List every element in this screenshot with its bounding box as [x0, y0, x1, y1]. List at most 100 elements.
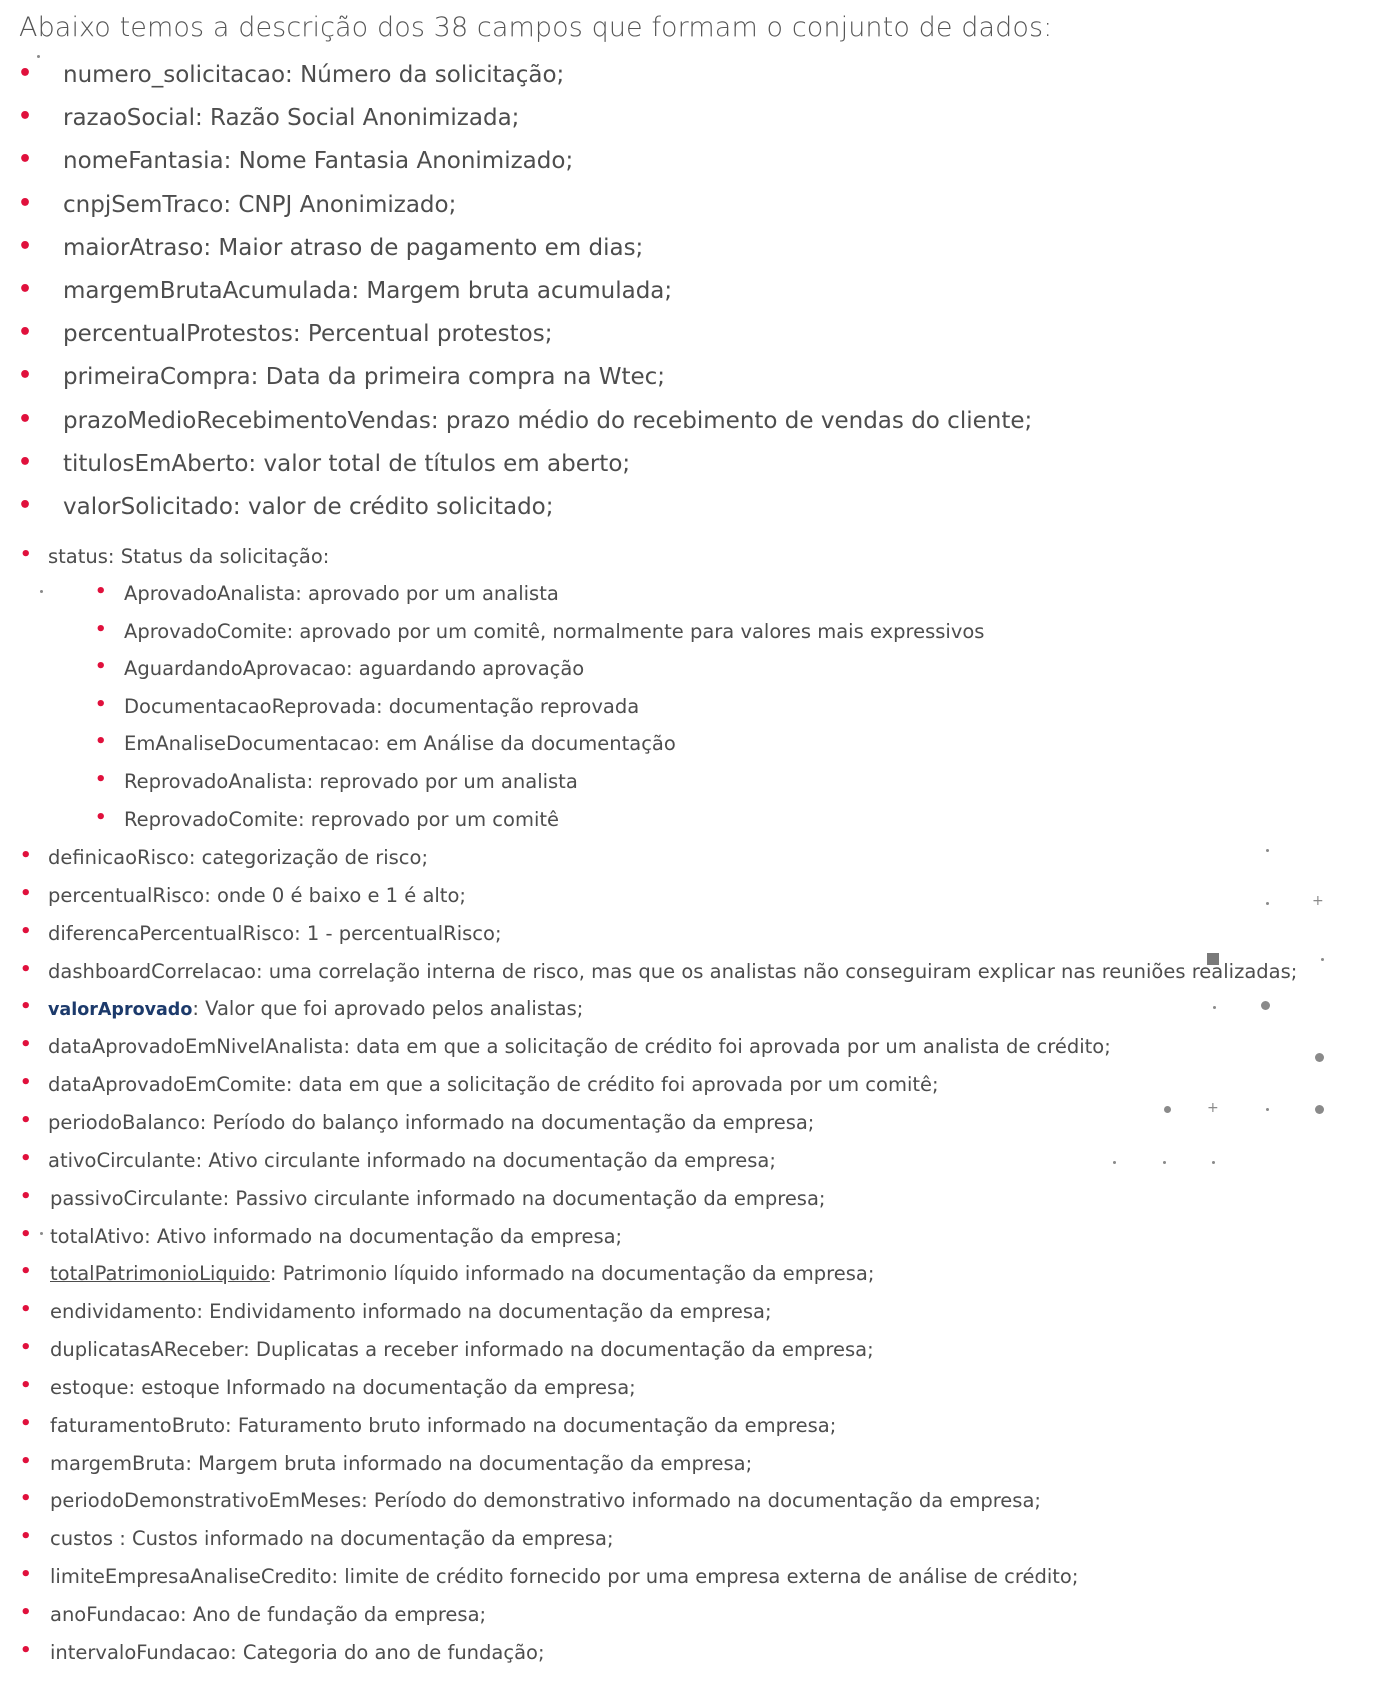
field-description: : Custos informado na documentação da em…	[119, 1527, 614, 1551]
artifact-dot	[40, 1232, 43, 1235]
bullet-icon: •	[95, 806, 107, 828]
bullet-icon: •	[20, 1450, 32, 1472]
bullet-icon: •	[18, 233, 33, 259]
field-description: : Ano de fundação da empresa;	[180, 1603, 487, 1626]
bullet-icon: •	[20, 1412, 32, 1434]
field-description: : aprovado por um analista	[295, 582, 559, 605]
field-description: : valor de crédito solicitado;	[232, 494, 554, 520]
field-key: passivoCirculante	[50, 1186, 223, 1210]
field-key: faturamentoBruto	[50, 1413, 226, 1437]
field-key: totalPatrimonioLiquido	[50, 1262, 270, 1286]
artifact-dot	[40, 590, 43, 593]
field-description: : Status da solicitação:	[107, 545, 330, 568]
field-text: valorSolicitado: valor de crédito solici…	[63, 494, 554, 520]
field-key: endividamento	[50, 1300, 197, 1324]
bullet-icon: •	[95, 693, 107, 715]
field-description: : documentação reprovada	[375, 694, 640, 718]
field-key: definicaoRisco	[48, 846, 189, 869]
field-text: anoFundacao: Ano de fundação da empresa;	[50, 1603, 486, 1626]
field-text: endividamento: Endividamento informado n…	[50, 1300, 772, 1323]
field-key: estoque	[50, 1375, 129, 1399]
field-text: dataAprovadoEmNivelAnalista: data em que…	[48, 1035, 1111, 1058]
artifact-dot	[1164, 1106, 1171, 1113]
bullet-icon: •	[18, 147, 33, 173]
field-description: : Ativo informado na documentação da emp…	[144, 1224, 623, 1248]
field-key: totalAtivo	[50, 1224, 145, 1248]
field-key: valorSolicitado	[63, 494, 233, 520]
field-text: faturamentoBruto: Faturamento bruto info…	[50, 1414, 836, 1437]
field-description: : 1 - percentualRisco;	[294, 921, 502, 945]
bullet-icon: •	[18, 104, 33, 130]
bullet-icon: •	[20, 1147, 32, 1169]
field-key: titulosEmAberto	[63, 450, 249, 477]
field-description: : Margem bruta informado na documentação…	[185, 1451, 753, 1475]
bullet-icon: •	[20, 1109, 32, 1131]
artifact-dot	[1113, 1161, 1116, 1164]
bullet-icon: •	[20, 544, 32, 565]
bullet-icon: •	[18, 277, 33, 302]
bullet-icon: •	[18, 61, 33, 86]
bullet-icon: •	[95, 581, 107, 602]
field-text: maiorAtraso: Maior atraso de pagamento e…	[63, 235, 643, 261]
field-text: estoque: estoque Informado na documentaç…	[50, 1376, 636, 1399]
field-key: custos	[50, 1527, 120, 1551]
field-text: valorAprovado: Valor que foi aprovado pe…	[48, 997, 583, 1020]
field-key: maiorAtraso	[63, 234, 204, 261]
field-key: DocumentacaoReprovada	[124, 694, 376, 718]
field-text: numero_solicitacao: Número da solicitaçã…	[63, 62, 564, 88]
field-key: margemBruta	[50, 1451, 186, 1475]
artifact-dot	[1315, 1053, 1324, 1062]
field-description: : Patrimonio líquido informado na docume…	[269, 1262, 875, 1286]
field-description: : Número da solicitação;	[285, 62, 565, 88]
bullet-icon: •	[20, 845, 32, 866]
field-description: : Data da primeira compra na Wtec;	[250, 364, 666, 391]
field-description: : aguardando aprovação	[346, 657, 585, 681]
field-description: : Período do balanço informado na docume…	[199, 1110, 815, 1134]
field-key: ReprovadoAnalista	[124, 770, 307, 793]
bullet-icon: •	[20, 1223, 32, 1245]
field-key: nomeFantasia	[63, 148, 224, 175]
artifact-dot	[1212, 1161, 1215, 1164]
field-key: ReprovadoComite	[124, 807, 298, 831]
field-text: limiteEmpresaAnaliseCredito: limite de c…	[50, 1565, 1078, 1588]
field-text: definicaoRisco: categorização de risco;	[48, 846, 428, 869]
field-key: numero_solicitacao	[63, 62, 286, 88]
artifact-dot	[1266, 902, 1269, 905]
field-key: valorAprovado	[48, 1000, 193, 1021]
bullet-icon: •	[20, 1034, 32, 1056]
field-text: duplicatasAReceber: Duplicatas a receber…	[50, 1338, 874, 1361]
bullet-icon: •	[20, 1488, 32, 1510]
bullet-icon: •	[18, 406, 33, 432]
field-key: periodoBalanco	[48, 1110, 200, 1134]
field-text: custos : Custos informado na documentaçã…	[50, 1527, 614, 1550]
field-text: razaoSocial: Razão Social Anonimizada;	[63, 105, 519, 131]
field-description: : Nome Fantasia Anonimizado;	[223, 148, 574, 175]
field-key: AguardandoAprovacao	[124, 657, 347, 681]
bullet-icon: •	[18, 363, 33, 389]
field-text: AprovadoAnalista: aprovado por um analis…	[124, 582, 559, 605]
field-key: dataAprovadoEmComite	[48, 1073, 286, 1097]
bullet-icon: •	[18, 493, 33, 518]
bullet-icon: •	[18, 190, 33, 216]
field-text: diferencaPercentualRisco: 1 - percentual…	[48, 922, 502, 945]
field-description: : Margem bruta acumulada;	[351, 278, 673, 304]
field-key: dashboardCorrelacao	[48, 959, 256, 983]
bullet-icon: •	[18, 449, 33, 475]
field-key: AprovadoAnalista	[124, 582, 296, 605]
field-key: percentualRisco	[48, 883, 205, 907]
field-description: : CNPJ Anonimizado;	[223, 191, 457, 218]
field-text: status: Status da solicitação:	[48, 545, 329, 568]
field-key: anoFundacao	[50, 1603, 181, 1626]
artifact-dot	[1315, 1105, 1324, 1114]
field-key: diferencaPercentualRisco	[48, 921, 295, 945]
field-text: ativoCirculante: Ativo circulante inform…	[48, 1149, 776, 1172]
field-key: duplicatasAReceber	[50, 1338, 244, 1362]
field-description: : Razão Social Anonimizada;	[194, 105, 520, 132]
field-description: : data em que a solicitação de crédito f…	[343, 1035, 1111, 1059]
artifact-plus: +	[1207, 1100, 1219, 1116]
field-description: : uma correlação interna de risco, mas q…	[255, 959, 1298, 983]
field-key: ativoCirculante	[48, 1148, 196, 1172]
field-description: : data em que a solicitação de crédito f…	[285, 1073, 939, 1097]
field-description: : onde 0 é baixo e 1 é alto;	[204, 883, 466, 907]
field-text: periodoBalanco: Período do balanço infor…	[48, 1111, 814, 1134]
